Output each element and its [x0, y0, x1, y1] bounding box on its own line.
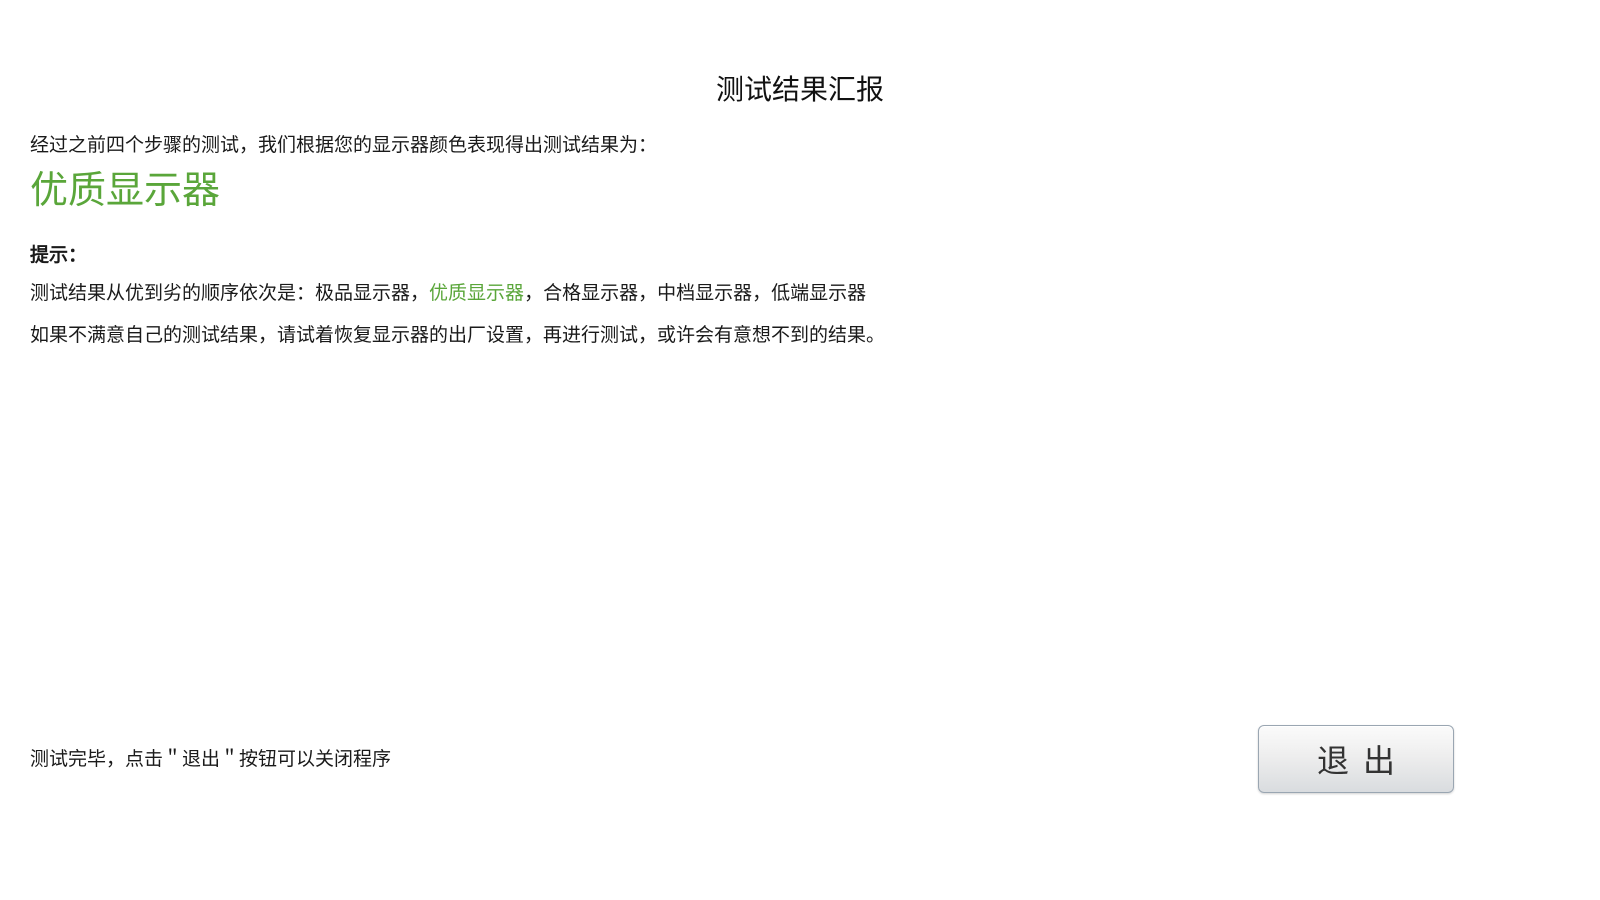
- result-value: 优质显示器: [30, 168, 221, 212]
- result-order-line: 测试结果从优到劣的顺序依次是：极品显示器，优质显示器，合格显示器，中档显示器，低…: [30, 280, 866, 306]
- result-order-item-low: 低端显示器: [771, 282, 867, 304]
- order-separator: ，: [524, 282, 544, 304]
- result-order-item-top: 极品显示器: [315, 282, 411, 304]
- result-order-prefix: 测试结果从优到劣的顺序依次是：: [30, 282, 316, 304]
- result-order-item-qualified: 合格显示器: [543, 282, 639, 304]
- result-intro-text: 经过之前四个步骤的测试，我们根据您的显示器颜色表现得出测试结果为：: [30, 134, 658, 156]
- order-separator: ，: [752, 282, 772, 304]
- result-order-item-current: 优质显示器: [429, 282, 525, 304]
- order-separator: ，: [638, 282, 658, 304]
- page-title: 测试结果汇报: [715, 73, 884, 106]
- footer-note: 测试完毕，点击＂退出＂按钮可以关闭程序: [30, 748, 392, 770]
- tip-heading: 提示：: [30, 244, 88, 266]
- advice-text: 如果不满意自己的测试结果，请试着恢复显示器的出厂设置，再进行测试，或许会有意想不…: [30, 324, 886, 346]
- result-order-item-mid: 中档显示器: [657, 282, 753, 304]
- exit-button[interactable]: 退出: [1258, 725, 1454, 793]
- order-separator: ，: [410, 282, 430, 304]
